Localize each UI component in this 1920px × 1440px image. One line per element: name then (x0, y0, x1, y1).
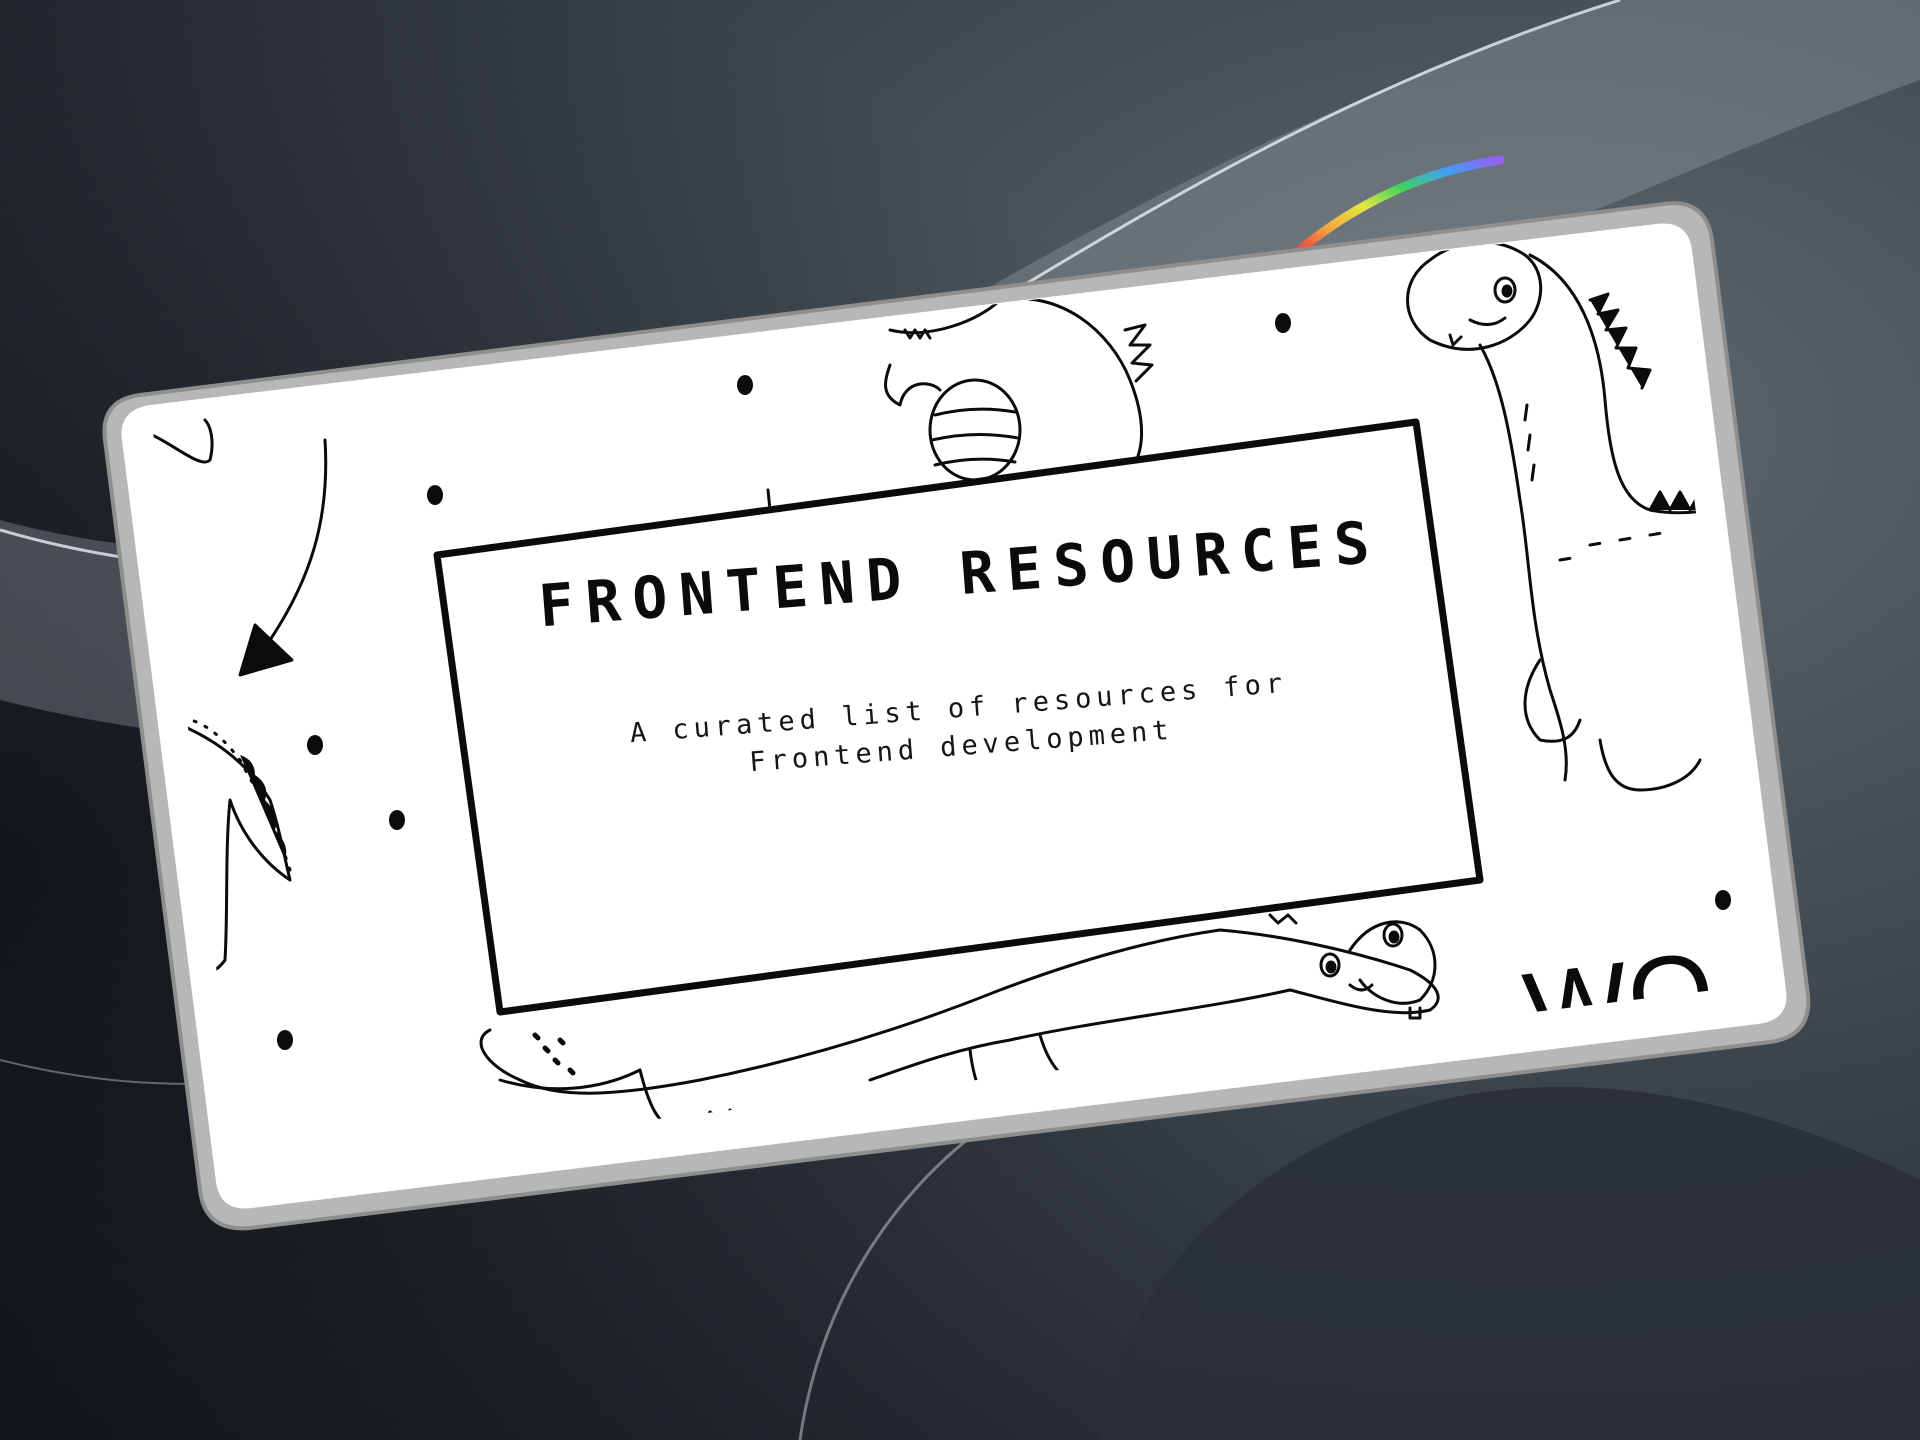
background-stage: WO FRONTEND RESOURCES A curated list of … (0, 0, 1920, 1440)
